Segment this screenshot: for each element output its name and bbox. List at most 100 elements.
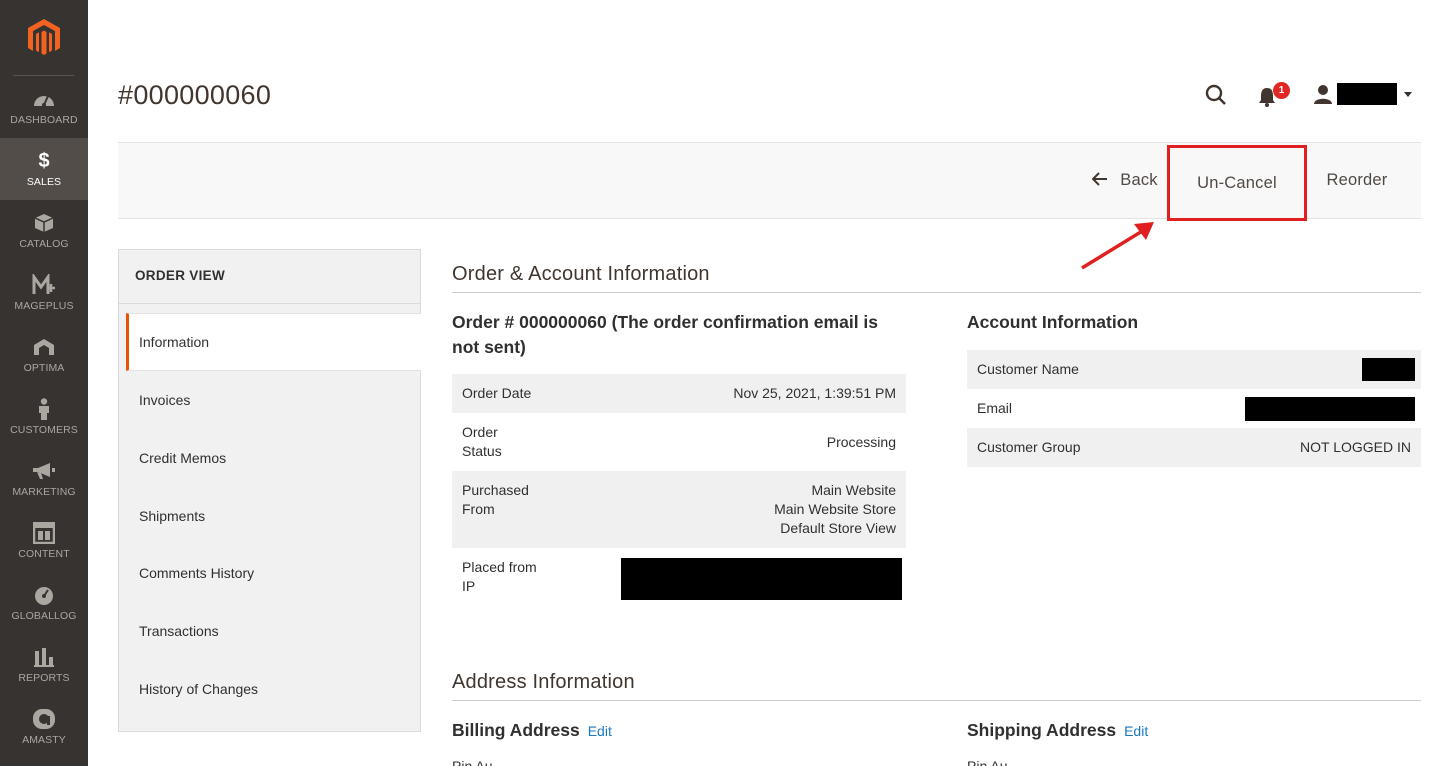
person-icon: [32, 398, 56, 420]
purchased-from-value: Main Website Main Website Store Default …: [774, 481, 896, 538]
admin-sidebar: DASHBOARD $ SALES CATALOG MAGEPLUS OPTIM…: [0, 0, 88, 766]
label-line: Status: [462, 443, 502, 459]
bar-chart-icon: [32, 646, 56, 668]
edit-billing-link[interactable]: Edit: [588, 723, 612, 739]
nav-label: SALES: [26, 176, 62, 188]
global-search-button[interactable]: [1204, 83, 1228, 107]
billing-address-heading: Billing Address Edit: [452, 718, 612, 744]
order-heading: Order # 000000060 (The order confirmatio…: [452, 310, 912, 360]
tab-credit-memos[interactable]: Credit Memos: [126, 429, 421, 487]
nav-globallog[interactable]: GLOBALLOG: [0, 572, 88, 634]
value-line: Main Website Store: [774, 501, 896, 517]
customer-group-value: NOT LOGGED IN: [1300, 439, 1411, 455]
purchased-from-row: Purchased From Main Website Main Website…: [452, 471, 906, 548]
order-status-value: Processing: [826, 434, 896, 450]
layout-icon: [32, 522, 56, 544]
tab-invoices[interactable]: Invoices: [126, 371, 421, 429]
nav-label: AMASTY: [22, 734, 66, 746]
edit-shipping-link[interactable]: Edit: [1124, 723, 1148, 739]
page-actions-bar: Back Un-Cancel Reorder: [118, 142, 1421, 221]
order-status-label: Order Status: [462, 423, 502, 461]
nav-amasty[interactable]: AMASTY: [0, 696, 88, 758]
nav-label: DASHBOARD: [10, 114, 78, 126]
tab-history-of-changes[interactable]: History of Changes: [126, 660, 421, 718]
gauge-icon: [32, 584, 56, 606]
user-icon: [1314, 85, 1332, 104]
customer-group-row: Customer Group NOT LOGGED IN: [967, 428, 1421, 467]
label-line: Order: [462, 424, 498, 440]
tab-comments-history[interactable]: Comments History: [126, 544, 421, 602]
tab-transactions[interactable]: Transactions: [126, 602, 421, 660]
label-line: From: [462, 501, 495, 517]
shipping-heading-text: Shipping Address: [967, 720, 1117, 740]
email-label: Email: [977, 400, 1013, 416]
uncancel-button[interactable]: Un-Cancel: [1167, 145, 1307, 221]
mageplus-icon: [32, 274, 56, 296]
tab-shipments[interactable]: Shipments: [126, 487, 421, 545]
nav-dashboard[interactable]: DASHBOARD: [0, 76, 88, 138]
back-button[interactable]: Back: [1080, 143, 1170, 218]
customer-name-label: Customer Name: [977, 361, 1079, 377]
nav-sales[interactable]: $ SALES: [0, 138, 88, 200]
label-line: IP: [462, 578, 476, 594]
customer-name-row: Customer Name: [967, 350, 1421, 389]
tab-information[interactable]: Information: [126, 313, 421, 371]
nav-label: CATALOG: [19, 238, 69, 250]
chevron-down-icon: [1404, 91, 1412, 97]
placed-from-ip-label: Placed from IP: [462, 558, 537, 596]
magento-logo[interactable]: [0, 0, 88, 76]
nav-label: CUSTOMERS: [10, 424, 78, 436]
nav-optima[interactable]: OPTIMA: [0, 324, 88, 386]
order-view-tabs: ORDER VIEW Information Invoices Credit M…: [118, 249, 421, 732]
box-icon: [32, 212, 56, 234]
reorder-button[interactable]: Reorder: [1313, 143, 1401, 218]
dollar-icon: $: [38, 149, 50, 172]
page-title: #000000060: [118, 80, 272, 110]
nav-label: OPTIMA: [23, 362, 65, 374]
admin-user-menu[interactable]: [1313, 82, 1413, 106]
shipping-address-text: Pin Au: [967, 758, 1008, 766]
value-line: Default Store View: [780, 520, 896, 536]
account-info-heading: Account Information: [967, 312, 1139, 332]
redacted-username: [1337, 83, 1397, 105]
customer-group-label: Customer Group: [977, 439, 1081, 455]
value-line: Main Website: [811, 482, 896, 498]
nav-label: REPORTS: [18, 672, 70, 684]
order-date-row: Order Date Nov 25, 2021, 1:39:51 PM: [452, 374, 906, 413]
nav-content[interactable]: CONTENT: [0, 510, 88, 572]
label-line: Purchased: [462, 482, 529, 498]
optima-icon: [32, 336, 56, 358]
order-status-row: Order Status Processing: [452, 413, 906, 471]
billing-address-text: Pin Au: [452, 758, 493, 766]
purchased-from-label: Purchased From: [462, 481, 529, 519]
amasty-icon: [32, 708, 56, 730]
annotation-arrow-icon: [1081, 222, 1154, 270]
arrow-left-icon: [1091, 170, 1108, 191]
shipping-address-heading: Shipping Address Edit: [967, 718, 1148, 744]
notification-count-badge: 1: [1273, 82, 1290, 99]
nav-catalog[interactable]: CATALOG: [0, 200, 88, 262]
tabs-title: ORDER VIEW: [135, 268, 226, 283]
notifications-button[interactable]: 1: [1257, 82, 1291, 108]
redacted-ip-value: [621, 558, 902, 600]
nav-reports[interactable]: REPORTS: [0, 634, 88, 696]
order-date-label: Order Date: [462, 385, 532, 401]
address-section-title: Address Information: [452, 671, 635, 693]
redacted-email: [1245, 397, 1415, 421]
label-line: Placed from: [462, 559, 537, 575]
redacted-customer-name: [1362, 358, 1415, 381]
section-divider: [452, 292, 1421, 293]
order-date-value: Nov 25, 2021, 1:39:51 PM: [733, 385, 896, 401]
magento-logo-icon: [28, 19, 60, 55]
nav-label: MAGEPLUS: [14, 300, 74, 312]
billing-heading-text: Billing Address: [452, 720, 580, 740]
search-icon: [1205, 84, 1226, 105]
nav-marketing[interactable]: MARKETING: [0, 448, 88, 510]
megaphone-icon: [32, 460, 56, 482]
nav-label: MARKETING: [12, 486, 76, 498]
section-divider: [452, 700, 1421, 701]
nav-mageplus[interactable]: MAGEPLUS: [0, 262, 88, 324]
tabs-divider: [119, 303, 420, 304]
back-button-label: Back: [1120, 171, 1158, 189]
nav-customers[interactable]: CUSTOMERS: [0, 386, 88, 448]
